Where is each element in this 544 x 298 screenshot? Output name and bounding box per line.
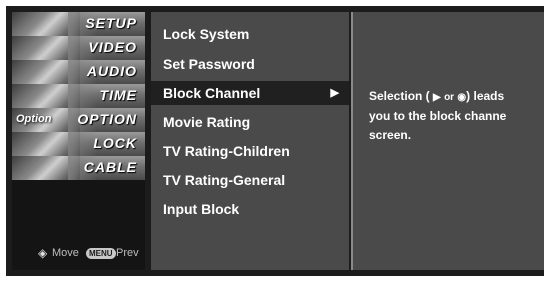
category-cable[interactable]: CABLE (12, 156, 145, 180)
move-arrows-icon: ◈ (38, 246, 48, 260)
audio-thumbnail-icon (12, 60, 98, 84)
help-prefix: Selection ( (369, 89, 430, 103)
menu-item-label: Set Password (163, 56, 255, 72)
menu-item-label: Movie Rating (163, 114, 251, 130)
menu-item-label: Block Channel (163, 85, 261, 101)
help-line-3: screen. (369, 128, 412, 142)
menu-item-block-channel[interactable]: Block Channel ▶ (151, 81, 349, 105)
menu-item-tv-rating-children[interactable]: TV Rating-Children (151, 139, 349, 163)
clock-thumbnail-icon (12, 84, 98, 108)
category-audio[interactable]: AUDIO (12, 60, 145, 84)
help-line-2: you to the block channe (369, 109, 507, 123)
category-label: VIDEO (88, 39, 137, 55)
option-overlay-text: Option (16, 113, 52, 125)
help-text: Selection ( ▶ or ◉) leads you to the blo… (369, 87, 544, 145)
category-sidebar: SETUP VIDEO AUDIO TIME Option OPTION LOC… (12, 12, 145, 270)
move-hint-label: Move (52, 247, 79, 259)
menu-item-movie-rating[interactable]: Movie Rating (151, 110, 349, 134)
category-label: OPTION (77, 111, 137, 127)
menu-item-lock-system[interactable]: Lock System (151, 22, 349, 46)
right-arrow-icon: ▶ (433, 92, 441, 103)
help-suffix: ) leads (466, 89, 505, 103)
category-label: CABLE (83, 159, 137, 175)
menu-key-icon: MENU (86, 248, 116, 259)
category-label: LOCK (93, 135, 137, 151)
category-label: TIME (99, 87, 137, 103)
menu-item-set-password[interactable]: Set Password (151, 52, 349, 76)
category-time[interactable]: TIME (12, 84, 145, 108)
help-line-1: Selection ( ▶ or ◉) leads (369, 87, 544, 107)
setup-thumbnail-icon (12, 12, 98, 36)
menu-item-input-block[interactable]: Input Block (151, 197, 349, 221)
video-thumbnail-icon (12, 36, 98, 60)
prev-hint-label: Prev (116, 247, 139, 259)
menu-item-label: TV Rating-General (163, 172, 286, 188)
category-label: SETUP (85, 15, 137, 31)
menu-item-label: Lock System (163, 26, 250, 42)
lock-menu-list: Lock System Set Password Block Channel ▶… (151, 12, 349, 270)
category-setup[interactable]: SETUP (12, 12, 145, 36)
navigation-hint: ◈ Move MENU Prev (12, 246, 145, 264)
category-label: AUDIO (86, 63, 137, 79)
category-lock[interactable]: LOCK (12, 132, 145, 156)
help-or: or (444, 92, 455, 103)
cable-thumbnail-icon (12, 156, 98, 180)
menu-item-label: Input Block (163, 201, 240, 217)
category-option[interactable]: Option OPTION (12, 108, 145, 132)
lock-thumbnail-icon (12, 132, 98, 156)
submenu-arrow-icon: ▶ (330, 87, 339, 99)
menu-item-label: TV Rating-Children (163, 143, 290, 159)
help-panel: Selection ( ▶ or ◉) leads you to the blo… (353, 12, 544, 270)
menu-item-tv-rating-general[interactable]: TV Rating-General (151, 168, 349, 192)
category-video[interactable]: VIDEO (12, 36, 145, 60)
ok-button-icon: ◉ (457, 92, 467, 103)
